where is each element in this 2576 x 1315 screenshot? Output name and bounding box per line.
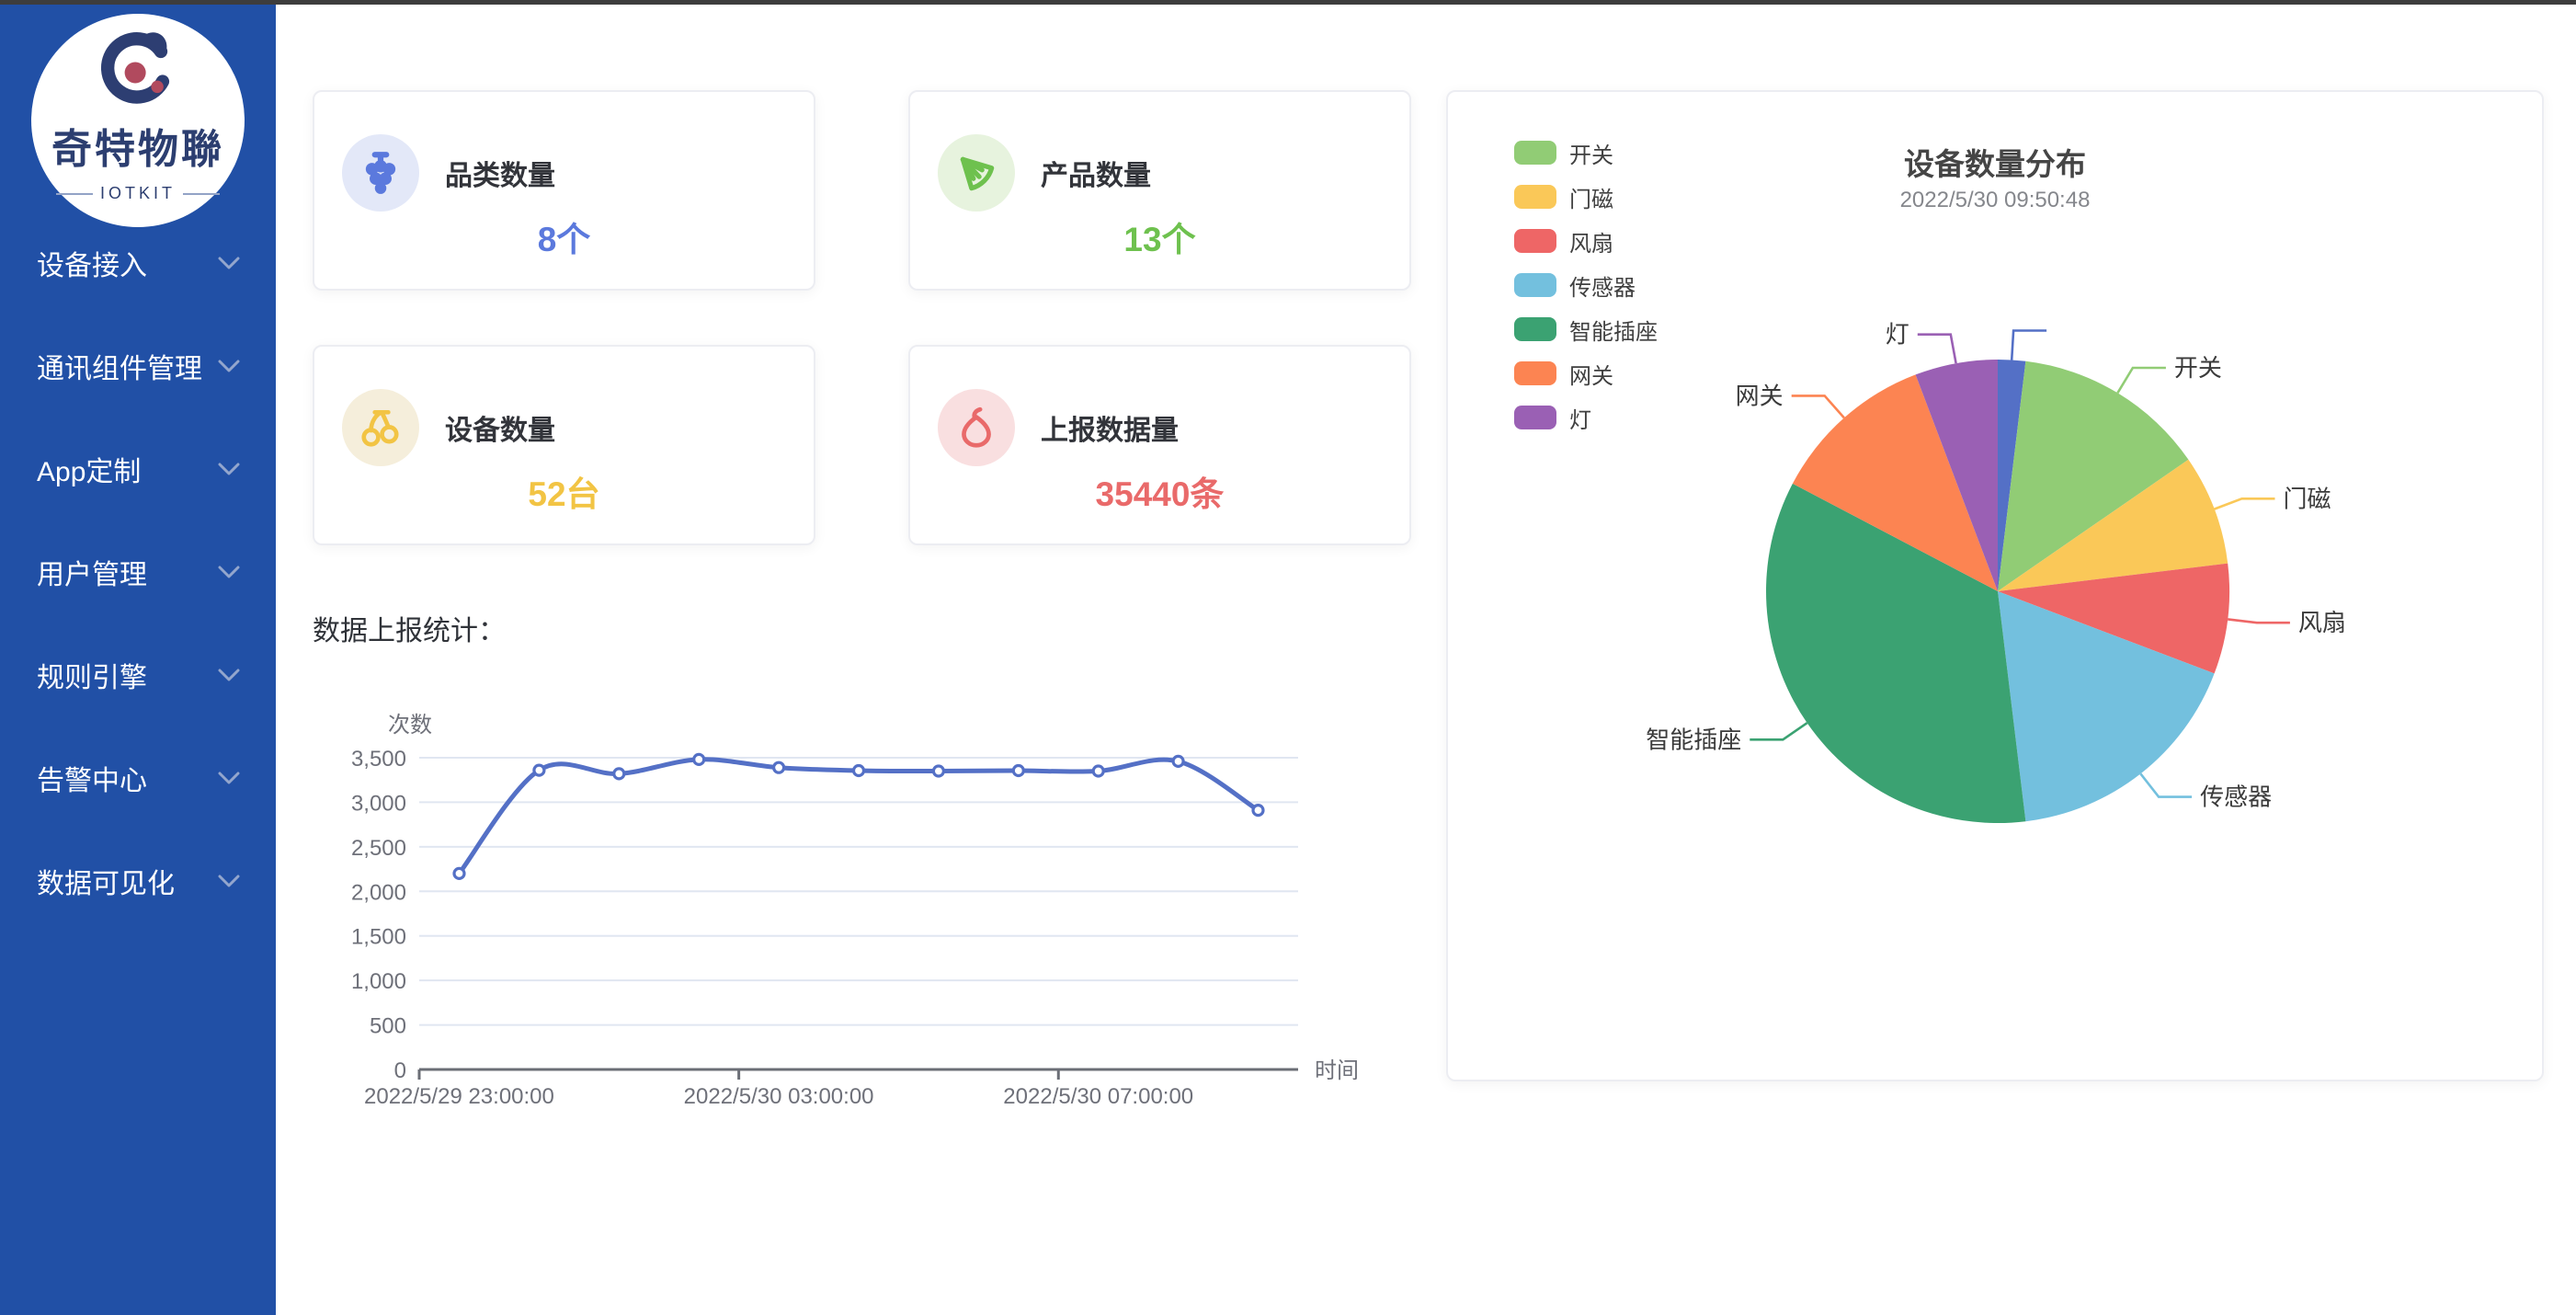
line-data-point (1173, 756, 1183, 766)
x-axis-tick-label: 2022/5/30 07:00:00 (1003, 1084, 1193, 1109)
pie-slice-label: 网关 (1736, 382, 1784, 409)
line-data-point (933, 766, 943, 776)
sidebar-menu: 设备接入 通讯组件管理 App定制 用户管理 规则引擎 告警中心 (0, 212, 276, 932)
sidebar-item-label: 数据可见化 (37, 861, 175, 901)
stat-title: 品类数量 (445, 153, 555, 193)
sidebar-item-comm-components[interactable]: 通讯组件管理 (0, 314, 276, 417)
pie-label-line (2012, 331, 2046, 360)
stat-value: 8个 (314, 212, 814, 261)
pie-label-line (1918, 335, 1956, 363)
pie-label-line (1750, 723, 1807, 739)
pie-slice-label: 门磁 (2284, 485, 2331, 512)
sidebar-item-user-management[interactable]: 用户管理 (0, 520, 276, 623)
pie-label-line (2215, 498, 2275, 509)
x-axis-tick-label: 2022/5/30 03:00:00 (684, 1084, 874, 1109)
stat-title: 上报数据量 (1041, 407, 1179, 448)
pie-slice-label: 传感器 (2200, 783, 2272, 811)
y-axis-tick-label: 0 (394, 1058, 406, 1083)
sidebar-item-alert-center[interactable]: 告警中心 (0, 726, 276, 829)
chevron-down-icon (217, 565, 241, 579)
chevron-down-icon (217, 359, 241, 373)
logo: 奇特物聯 IOTKIT (31, 14, 245, 227)
chevron-down-icon (217, 256, 241, 270)
y-axis-tick-label: 2,000 (351, 880, 406, 905)
y-axis-name: 次数 (388, 713, 432, 738)
dashboard-page: 奇特物聯 IOTKIT 设备接入 通讯组件管理 App定制 用户管理 (0, 0, 2576, 1315)
logo-title: 奇特物聯 (31, 116, 245, 175)
stat-value: 35440条 (910, 466, 1409, 516)
chevron-down-icon (217, 874, 241, 888)
logo-rule-right (183, 193, 220, 195)
lemon-icon (938, 134, 1015, 212)
sidebar: 奇特物聯 IOTKIT 设备接入 通讯组件管理 App定制 用户管理 (0, 5, 276, 1315)
x-axis-name: 时间 (1315, 1058, 1359, 1083)
stat-card-reported-data: 上报数据量 35440条 (908, 345, 1411, 545)
reporting-line-chart: 0 500 1,000 1,500 2,000 2,500 3,000 3,500 2022/5… (303, 699, 1393, 1122)
iotkit-logo-icon (94, 29, 182, 117)
line-data-point (534, 765, 544, 775)
cherry-icon (342, 389, 419, 466)
sidebar-item-label: 通讯组件管理 (37, 346, 202, 386)
logo-subtitle-row: IOTKIT (31, 184, 245, 203)
sidebar-item-data-visualization[interactable]: 数据可见化 (0, 829, 276, 932)
logo-rule-left (56, 193, 93, 195)
pie-label-line (2117, 368, 2166, 393)
line-data-point (1253, 806, 1263, 816)
y-axis-tick-label: 1,500 (351, 925, 406, 950)
pie-slice-label: 开关 (2174, 354, 2222, 382)
sidebar-item-device-access[interactable]: 设备接入 (0, 212, 276, 314)
sidebar-item-app-custom[interactable]: App定制 (0, 417, 276, 520)
pie-slice-label: 风扇 (2298, 609, 2346, 636)
line-data-point (774, 762, 784, 772)
pie-slice-label: 灯 (1886, 321, 1909, 349)
line-data-point (1093, 766, 1103, 776)
x-axis-tick-label: 2022/5/29 23:00:00 (364, 1084, 554, 1109)
line-data-point (694, 754, 704, 764)
stat-value: 52台 (314, 466, 814, 516)
pie-label-line (1792, 395, 1844, 417)
main-content: 品类数量 8个 产品数量 13个 (276, 5, 2576, 1315)
chevron-down-icon (217, 668, 241, 682)
y-axis-tick-label: 1,000 (351, 969, 406, 994)
sidebar-item-label: 用户管理 (37, 552, 147, 592)
stat-title: 产品数量 (1041, 153, 1151, 193)
stat-card-categories: 品类数量 8个 (313, 90, 815, 291)
y-axis-tick-label: 3,000 (351, 791, 406, 816)
logo-subtitle: IOTKIT (100, 184, 176, 203)
y-axis-tick-label: 2,500 (351, 836, 406, 861)
chevron-down-icon (217, 462, 241, 476)
line-data-point (1013, 766, 1023, 776)
sidebar-item-label: 设备接入 (37, 243, 147, 283)
device-distribution-pie-chart: 开关门磁风扇传感器 智能插座 网关 灯 (1448, 92, 2546, 1083)
sidebar-item-label: 告警中心 (37, 758, 147, 798)
line-data-point (454, 868, 464, 878)
y-axis-tick-label: 3,500 (351, 747, 406, 772)
y-axis-tick-label: 500 (370, 1014, 406, 1039)
pie-slice-label: 智能插座 (1646, 726, 1741, 753)
stat-value: 13个 (910, 212, 1409, 261)
chevron-down-icon (217, 771, 241, 785)
sidebar-item-label: 规则引擎 (37, 655, 147, 695)
pie-label-line (2228, 619, 2290, 623)
line-chart-title: 数据上报统计： (313, 608, 506, 648)
pie-label-line (2140, 773, 2192, 796)
stat-title: 设备数量 (445, 407, 555, 448)
line-data-point (614, 769, 624, 779)
top-dark-strip (0, 0, 2576, 5)
sidebar-item-rule-engine[interactable]: 规则引擎 (0, 623, 276, 726)
grape-icon (342, 134, 419, 212)
device-distribution-card: 开关门磁风扇传感器智能插座网关灯 设备数量分布 2022/5/30 09:50:… (1446, 90, 2544, 1081)
stat-card-devices: 设备数量 52台 (313, 345, 815, 545)
pear-icon (938, 389, 1015, 466)
stat-card-products: 产品数量 13个 (908, 90, 1411, 291)
line-data-point (854, 766, 864, 776)
sidebar-item-label: App定制 (37, 449, 141, 489)
